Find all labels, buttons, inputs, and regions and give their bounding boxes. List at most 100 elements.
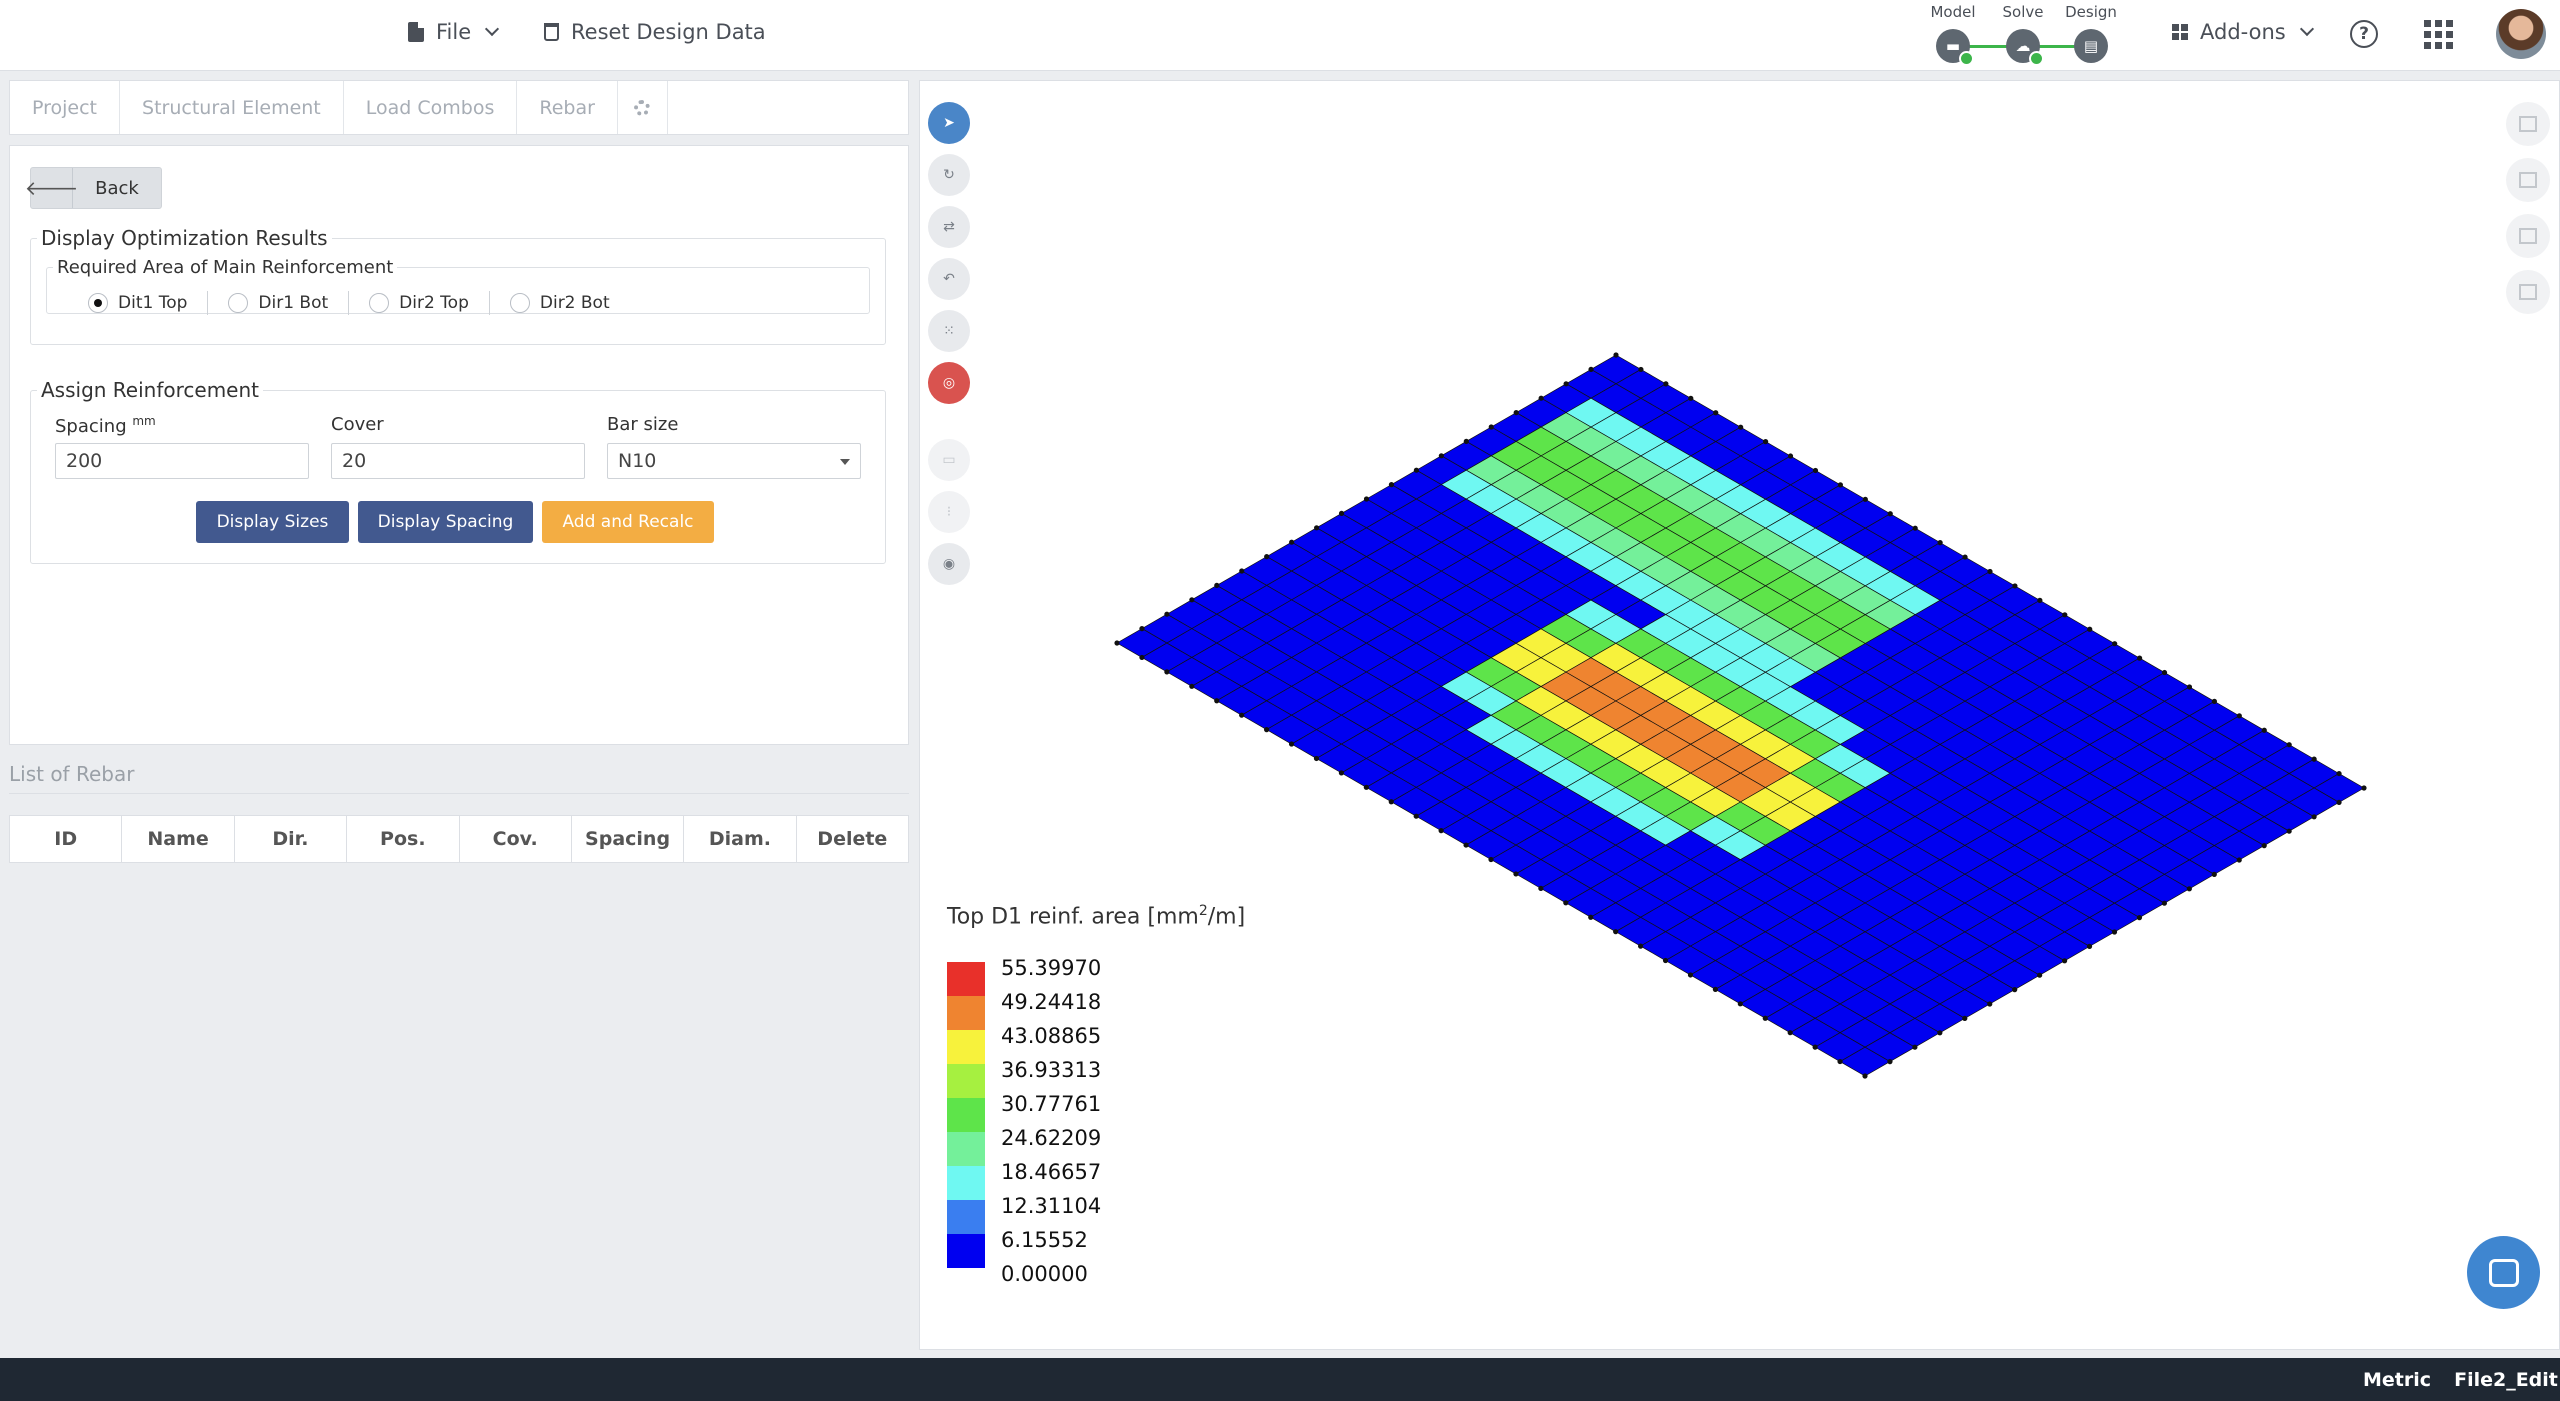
tab-load-combos[interactable]: Load Combos: [344, 81, 518, 134]
trash-icon: [544, 23, 559, 41]
reset-design-data-button[interactable]: Reset Design Data: [544, 20, 766, 44]
grid-icon[interactable]: ⁙: [928, 310, 970, 352]
radio-dir2-bot[interactable]: Dir2 Bot: [490, 291, 630, 315]
legend-value: 24.62209: [1001, 1126, 1102, 1150]
legend-values: 55.39970 49.24418 43.08865 36.93313 30.7…: [1001, 951, 1101, 1291]
check-icon: [2029, 51, 2044, 66]
legend-value: 30.77761: [1001, 1092, 1102, 1116]
radio-button[interactable]: [88, 293, 108, 313]
radio-dir1-top[interactable]: Dit1 Top: [78, 291, 209, 315]
legend-value: 36.93313: [1001, 1058, 1102, 1082]
legend-value: 43.08865: [1001, 1024, 1102, 1048]
legend-color-swatch: [947, 1064, 985, 1098]
select-cursor-icon[interactable]: ➤: [928, 102, 970, 144]
addons-label: Add-ons: [2200, 20, 2286, 44]
legend-value: 0.00000: [1001, 1262, 1088, 1286]
required-area-legend: Required Area of Main Reinforcement: [57, 257, 394, 278]
radio-dir2-top[interactable]: Dir2 Top: [349, 291, 490, 315]
radio-label: Dir1 Bot: [258, 293, 329, 313]
column-header[interactable]: ID: [10, 816, 123, 862]
legend-color-swatch: [947, 1166, 985, 1200]
eye-icon[interactable]: ◉: [928, 543, 970, 585]
target-icon[interactable]: ◎: [928, 362, 970, 404]
radio-button[interactable]: [228, 293, 249, 313]
column-header[interactable]: Diam.: [684, 816, 797, 862]
chevron-down-icon: [2299, 21, 2314, 37]
add-and-recalc-button[interactable]: Add and Recalc: [542, 501, 714, 543]
legend-color-swatch: [947, 1132, 985, 1166]
tab-rebar[interactable]: Rebar: [517, 81, 618, 134]
legend-color-swatch: [947, 1030, 985, 1064]
view-top-icon[interactable]: [2506, 102, 2550, 146]
top-bar: File Reset Design Data Model ▬ Solve ☁ D…: [0, 0, 2560, 71]
window-icon[interactable]: ▭: [928, 439, 970, 481]
spacing-label-text: Spacing: [55, 416, 127, 437]
chevron-down-icon: [485, 21, 500, 37]
file-menu[interactable]: File: [408, 20, 500, 44]
bar-size-select[interactable]: N10: [607, 443, 861, 479]
workflow-step-model[interactable]: Model ▬: [1918, 0, 1988, 66]
legend-value: 6.15552: [1001, 1228, 1088, 1252]
workflow-step-design[interactable]: Design ▤: [2056, 0, 2126, 63]
legend-value: 12.31104: [1001, 1194, 1102, 1218]
workflow-step-label: Design: [2065, 3, 2117, 21]
check-icon: [1959, 51, 1974, 66]
view-iso-icon[interactable]: [2506, 270, 2550, 314]
units-indicator[interactable]: Metric: [2352, 1358, 2442, 1401]
main-tabs: Project Structural Element Load Combos R…: [9, 80, 909, 135]
legend-title: Top D1 reinf. area [mm2/m]: [947, 903, 1245, 929]
legend-value: 55.39970: [1001, 956, 1102, 980]
workflow-step-label: Solve: [2002, 3, 2044, 21]
swap-icon[interactable]: ⇄: [928, 206, 970, 248]
addons-menu[interactable]: Add-ons: [2172, 20, 2314, 44]
chat-icon[interactable]: [2467, 1236, 2540, 1309]
workflow-step-label: Model: [1930, 3, 1976, 21]
cover-label: Cover: [331, 414, 384, 435]
cloud-check-icon: ☁: [2006, 29, 2044, 66]
dots-icon[interactable]: ⁝: [928, 491, 970, 533]
file-indicator[interactable]: File2_Edit: [2452, 1358, 2560, 1401]
workflow-step-solve[interactable]: Solve ☁: [1988, 0, 2058, 66]
rebar-table-header: ID Name Dir. Pos. Cov. Spacing Diam. Del…: [9, 815, 909, 863]
spacing-label: Spacing mm: [55, 414, 156, 437]
avatar[interactable]: [2496, 9, 2546, 59]
assign-reinforcement-legend: Assign Reinforcement: [41, 378, 260, 402]
apps-grid-icon[interactable]: [2424, 20, 2453, 49]
direction-radio-group: Dit1 Top Dir1 Bot Dir2 Top Dir2 Bot: [78, 291, 630, 315]
3d-viewport[interactable]: ➤ ↻ ⇄ ↶ ⁙ ◎ ▭ ⁝ ◉: [919, 80, 2560, 1350]
column-header[interactable]: Cov.: [460, 816, 572, 862]
view-side-icon[interactable]: [2506, 214, 2550, 258]
report-icon: ▤: [2074, 29, 2108, 63]
tab-project[interactable]: Project: [10, 81, 121, 134]
help-icon[interactable]: ?: [2350, 20, 2378, 48]
legend-color-bar: [947, 962, 985, 1268]
column-header[interactable]: Pos.: [347, 816, 460, 862]
display-spacing-button[interactable]: Display Spacing: [358, 501, 533, 543]
radio-button[interactable]: [369, 293, 390, 313]
cover-input[interactable]: 20: [331, 443, 585, 479]
rotate-icon[interactable]: ↻: [928, 154, 970, 196]
caret-down-icon: [840, 459, 850, 465]
spacing-input[interactable]: 200: [55, 443, 309, 479]
legend-title-end: /m]: [1207, 904, 1246, 930]
tab-settings[interactable]: [618, 81, 668, 134]
reset-design-data-label: Reset Design Data: [571, 20, 766, 44]
rebar-list-title: List of Rebar: [9, 762, 135, 786]
back-button[interactable]: 🡐 Back: [25, 167, 162, 209]
radio-label: Dit1 Top: [118, 293, 188, 313]
bar-size-value: N10: [618, 450, 657, 472]
column-header[interactable]: Spacing: [572, 816, 685, 862]
column-header[interactable]: Name: [122, 816, 235, 862]
legend-title-sup: 2: [1198, 903, 1208, 919]
tab-structural-element[interactable]: Structural Element: [120, 81, 344, 134]
undo-icon[interactable]: ↶: [928, 258, 970, 300]
back-label: Back: [95, 177, 139, 199]
arrow-left-icon: 🡐: [25, 168, 78, 208]
display-sizes-button[interactable]: Display Sizes: [196, 501, 349, 543]
radio-dir1-bot[interactable]: Dir1 Bot: [208, 291, 350, 315]
column-header[interactable]: Dir.: [235, 816, 348, 862]
radio-button[interactable]: [509, 293, 530, 313]
view-front-icon[interactable]: [2506, 158, 2550, 202]
column-header[interactable]: Delete: [797, 816, 908, 862]
display-results-legend: Display Optimization Results: [41, 226, 328, 250]
